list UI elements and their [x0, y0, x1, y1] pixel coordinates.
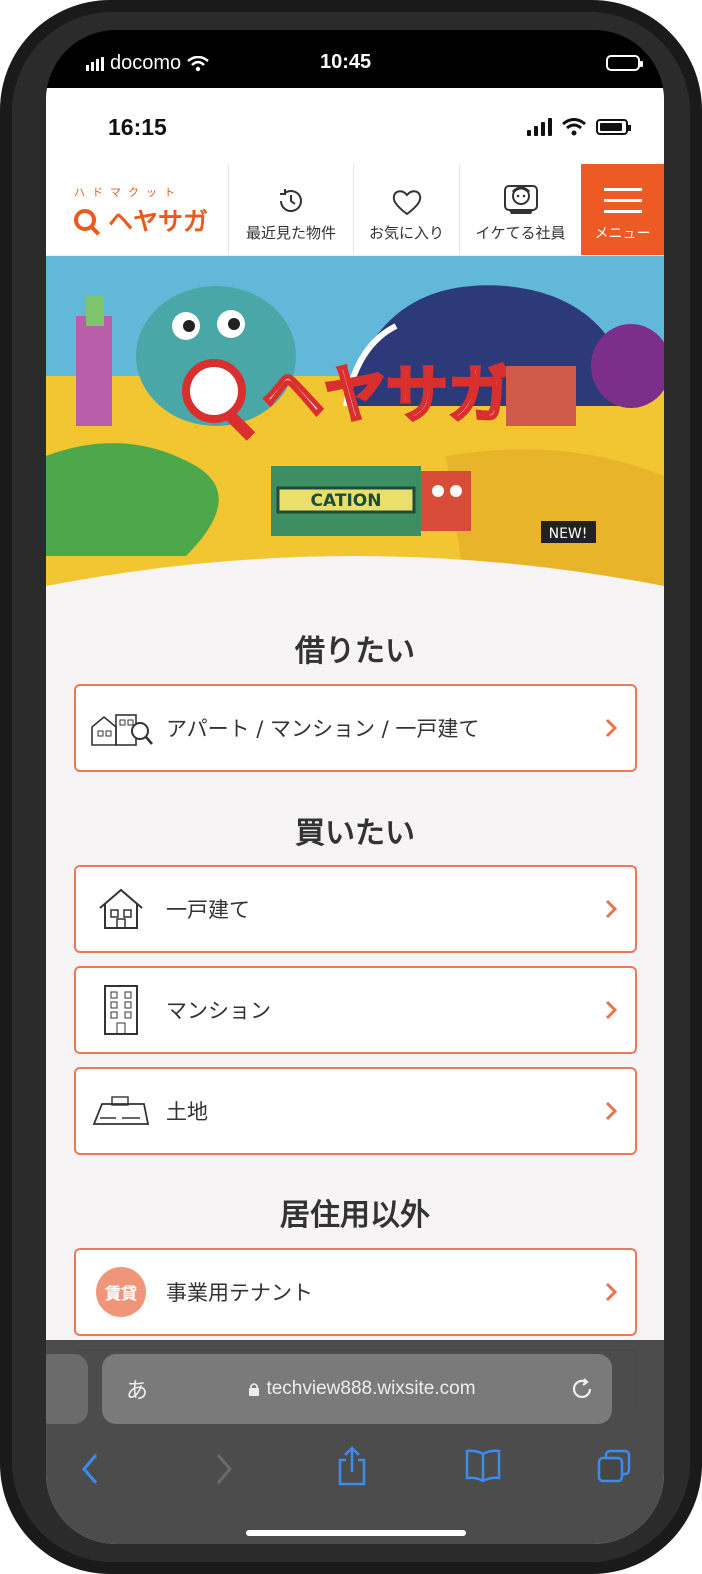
screenshot-clock: 16:15 — [108, 114, 167, 140]
category-label: 一戸建て — [166, 898, 250, 922]
chevron-right-icon — [587, 1282, 635, 1302]
wifi-icon — [562, 118, 586, 136]
carrier: docomo — [86, 52, 209, 75]
forward-icon[interactable] — [214, 1452, 234, 1486]
staff-face-icon — [503, 185, 538, 214]
device-status-bar: docomo 10:45 — [46, 30, 664, 90]
section-title-commercial: 居住用以外 — [280, 1198, 430, 1233]
address-bar[interactable]: あ techview888.wixsite.com — [102, 1354, 612, 1424]
chevron-right-icon — [587, 718, 635, 738]
rental-badge: 賃貸 — [96, 1267, 146, 1317]
heart-icon — [392, 190, 421, 216]
phone-screen: docomo 10:45 16:15 ハドマクット ヘヤサガ 最近見た物件 お気… — [46, 30, 664, 1544]
lock-icon — [249, 1382, 260, 1396]
hero-illustration: CATION ヘヤサガ NEW! — [46, 256, 664, 596]
logo-subtitle: ハドマクット — [74, 186, 182, 199]
category-commercial-tenant[interactable]: 賃貸 事業用テナント — [74, 1248, 637, 1336]
category-label: マンション — [166, 999, 271, 1023]
web-page: 16:15 ハドマクット ヘヤサガ 最近見た物件 お気に入り イケてる社員 メニ… — [46, 88, 664, 1544]
chevron-right-icon — [587, 899, 635, 919]
land-plot-icon — [92, 1096, 150, 1125]
nav-label: イケてる社員 — [475, 224, 566, 242]
category-rent-residential[interactable]: アパート / マンション / 一戸建て — [74, 684, 637, 772]
battery-icon — [596, 119, 631, 135]
carrier-label: docomo — [110, 52, 182, 74]
reload-button[interactable] — [552, 1377, 612, 1401]
chevron-right-icon — [587, 1000, 635, 1020]
nav-recently-viewed[interactable]: 最近見た物件 — [228, 164, 353, 255]
previous-tab[interactable] — [46, 1354, 88, 1424]
device-clock: 10:45 — [320, 51, 372, 73]
home-indicator — [246, 1530, 466, 1536]
house-icon — [99, 888, 143, 929]
apartment-building-icon — [104, 985, 138, 1035]
nav-label: メニュー — [594, 226, 651, 242]
signal-icon — [86, 56, 104, 71]
nav-label: 最近見た物件 — [245, 224, 336, 242]
browser-bottom-bar: あ techview888.wixsite.com — [46, 1340, 664, 1544]
category-buy-house[interactable]: 一戸建て — [74, 865, 637, 953]
battery-icon — [606, 55, 643, 71]
site-logo[interactable]: ハドマクット ヘヤサガ — [46, 164, 228, 256]
tabs-icon[interactable] — [596, 1448, 632, 1484]
back-icon[interactable] — [80, 1452, 100, 1486]
hamburger-icon — [603, 188, 642, 213]
menu-button[interactable]: メニュー — [581, 164, 664, 255]
logo-text: ヘヤサガ — [108, 207, 209, 236]
hero-banner: CATION ヘヤサガ NEW! — [46, 256, 664, 596]
section-title-rent: 借りたい — [295, 634, 415, 669]
reload-icon — [572, 1378, 592, 1398]
page-settings-button[interactable]: あ — [102, 1373, 172, 1405]
site-header: ハドマクット ヘヤサガ 最近見た物件 お気に入り イケてる社員 メニュー — [46, 164, 664, 256]
magnifier-icon — [74, 209, 96, 231]
wifi-icon — [187, 55, 209, 71]
hero-logo-text: ヘヤサガ — [262, 358, 510, 431]
share-icon[interactable] — [336, 1446, 368, 1486]
houses-search-icon — [91, 714, 153, 746]
bookmarks-icon[interactable] — [464, 1448, 502, 1482]
signal-icon — [527, 118, 552, 136]
new-sign: NEW! — [549, 526, 588, 542]
nav-label: お気に入り — [368, 224, 444, 242]
chevron-right-icon — [587, 1101, 635, 1121]
category-label: アパート / マンション / 一戸建て — [166, 717, 480, 741]
screenshot-status-bar: 16:15 — [46, 88, 664, 164]
category-buy-condo[interactable]: マンション — [74, 966, 637, 1054]
category-buy-land[interactable]: 土地 — [74, 1067, 637, 1155]
browser-toolbar — [46, 1440, 664, 1500]
nav-favorites[interactable]: お気に入り — [353, 164, 459, 255]
url-text: techview888.wixsite.com — [266, 1378, 476, 1399]
clock-history-icon — [280, 189, 302, 212]
category-label: 事業用テナント — [166, 1281, 313, 1305]
section-title-buy: 買いたい — [295, 816, 415, 851]
nav-staff[interactable]: イケてる社員 — [459, 164, 581, 255]
category-label: 土地 — [166, 1100, 208, 1124]
station-sign: CATION — [311, 491, 382, 511]
